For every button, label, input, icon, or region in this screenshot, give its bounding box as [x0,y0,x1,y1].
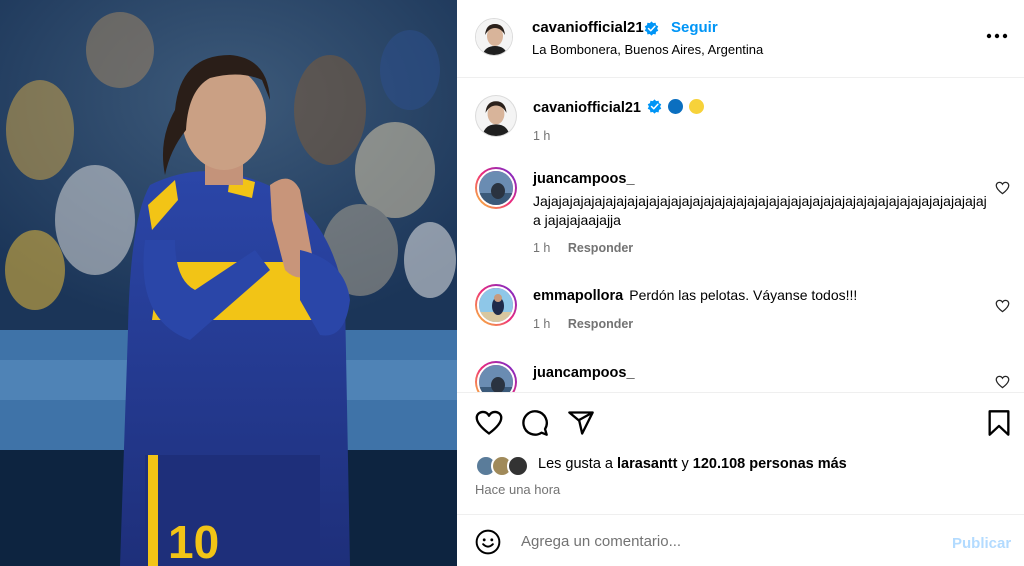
likes-prefix: Les gusta a [538,456,613,472]
post-location[interactable]: La Bombonera, Buenos Aires, Argentina [532,42,763,57]
caption-time[interactable]: 1 h [533,129,550,143]
verified-badge-icon [647,99,662,114]
comments-list[interactable]: cavaniofficial21 1 h juancampoos_ Jajaja… [457,79,1024,392]
comment-username[interactable]: emmapollora [533,288,623,304]
caption-body: cavaniofficial21 1 h [533,98,993,146]
comment-like-heart-icon[interactable] [995,375,1010,389]
likes-text: Les gusta a larasantt y 120.108 personas… [538,456,847,472]
follow-button[interactable]: Seguir [671,19,718,36]
comment-meta: 1 h Responder [533,315,993,334]
comment-time[interactable]: 1 h [533,241,550,255]
heart-icon[interactable] [475,409,503,437]
caption-author-avatar[interactable] [475,95,517,137]
commenter-avatar[interactable] [475,167,517,209]
yellow-circle-emoji-icon [689,99,704,114]
reply-button[interactable]: Responder [568,317,633,331]
comment-icon[interactable] [521,409,549,437]
comment-like-heart-icon[interactable] [995,299,1010,313]
commenter-avatar-image [479,171,513,205]
comment-time[interactable]: 1 h [533,317,550,331]
comment-body: juancampoos_ Jajajajajajajajajajajajajaj… [533,169,993,258]
comment-like-heart-icon[interactable] [995,181,1010,195]
post-actions: Les gusta a larasantt y 120.108 personas… [457,392,1024,514]
comment-meta: 1 h Responder [533,239,993,258]
svg-text:10: 10 [168,516,219,566]
reply-button[interactable]: Responder [568,241,633,255]
blue-circle-emoji-icon [668,99,683,114]
post-photo-illustration: 10 [0,0,457,566]
caption-username[interactable]: cavaniofficial21 [533,100,641,116]
caption-avatar-image [476,96,516,136]
liked-by-avatars [475,453,537,477]
comment-username[interactable]: juancampoos_ [533,171,635,187]
author-avatar-image [476,19,512,55]
liker-avatar [507,455,529,477]
author-avatar[interactable] [475,18,513,56]
emoji-smiley-icon[interactable] [475,529,501,555]
publish-button[interactable]: Publicar [952,535,1011,552]
comment-body: juancampoos_ [533,363,993,383]
caption-meta: 1 h [533,127,993,146]
comment-username[interactable]: juancampoos_ [533,365,635,381]
comment-body: emmapollora Perdón las pelotas. Váyanse t… [533,286,993,334]
add-comment-bar: Publicar [457,514,1024,566]
likes-connector: y [681,456,689,472]
more-horizontal-icon[interactable] [985,28,1009,44]
liker-username[interactable]: larasantt [617,456,677,472]
bookmark-icon[interactable] [985,409,1013,437]
commenter-avatar[interactable] [475,361,517,392]
commenter-avatar[interactable] [475,284,517,326]
post-details-panel: cavaniofficial21 • Seguir La Bombonera, … [457,0,1024,566]
post-timestamp[interactable]: Hace una hora [475,482,560,497]
likes-summary[interactable]: Les gusta a larasantt y 120.108 personas… [475,453,1015,477]
post-image[interactable]: 10 [0,0,457,566]
likes-count[interactable]: 120.108 personas más [693,456,847,472]
comment-text: Perdón las pelotas. Váyanse todos!!! [629,287,858,303]
comment-input[interactable] [521,530,931,552]
share-icon[interactable] [567,409,595,437]
commenter-avatar-image [479,365,513,392]
verified-badge-icon [644,21,659,36]
commenter-avatar-image [479,288,513,322]
post-header: cavaniofficial21 • Seguir La Bombonera, … [457,0,1024,78]
author-username[interactable]: cavaniofficial21 [532,19,644,36]
comment-text: Jajajajajajajajajajajajajajajajajajajaja… [533,193,987,228]
